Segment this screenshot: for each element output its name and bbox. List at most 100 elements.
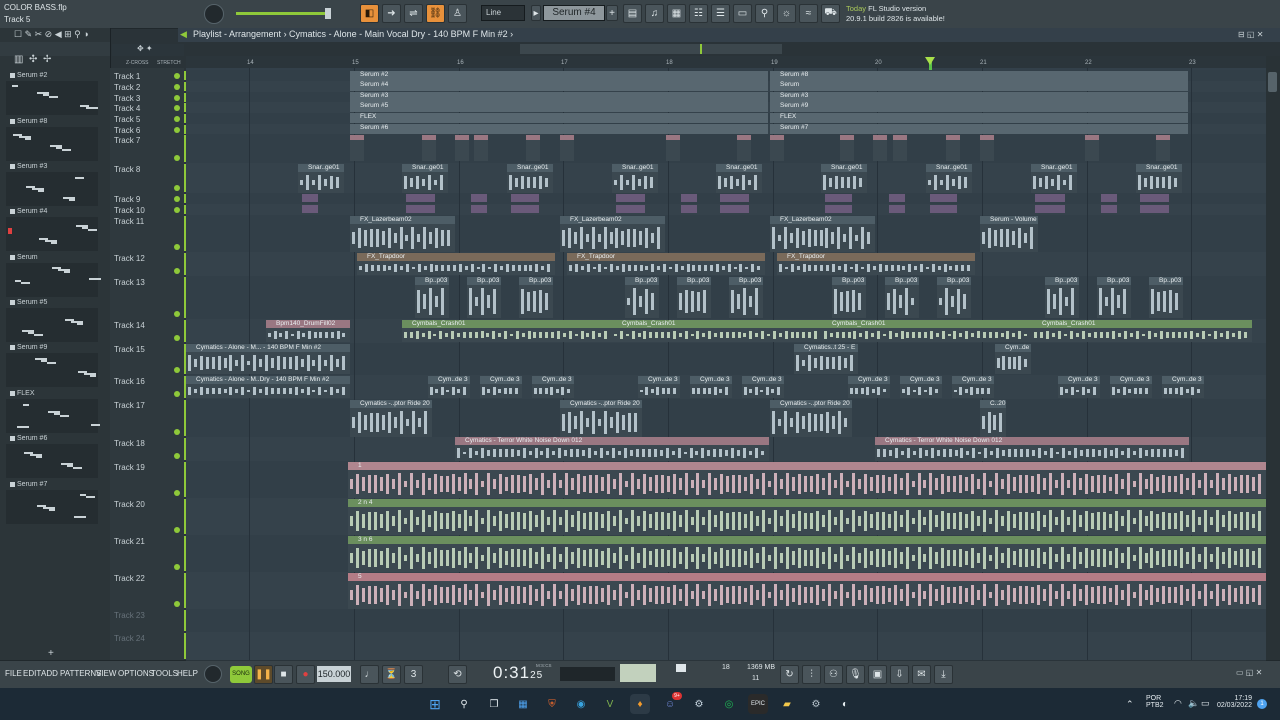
note-clip[interactable] bbox=[523, 194, 539, 202]
note-clip[interactable] bbox=[893, 135, 907, 161]
note-clip[interactable] bbox=[836, 194, 852, 202]
note-clip[interactable] bbox=[422, 135, 436, 161]
browser-pattern-name[interactable]: Serum bbox=[17, 254, 38, 261]
note-clip[interactable] bbox=[1049, 194, 1065, 202]
export-icon[interactable]: ⇩ bbox=[890, 665, 909, 684]
track-name[interactable]: Track 18 bbox=[114, 439, 145, 448]
note-clip[interactable] bbox=[733, 194, 749, 202]
menu-tools[interactable]: TOOLS bbox=[151, 669, 178, 678]
playlist-clip[interactable]: 1 bbox=[348, 462, 1266, 498]
playlist-clip[interactable]: Cym..de 3 bbox=[952, 376, 994, 398]
playlist-clip[interactable]: Serum #8 bbox=[770, 71, 1188, 81]
stop-icon[interactable]: ■ bbox=[274, 665, 293, 684]
record-mode-icon[interactable] bbox=[204, 665, 222, 683]
playlist-clip[interactable]: Bp..p03 bbox=[677, 277, 711, 318]
playlist-clip[interactable]: Cym..de 3 bbox=[428, 376, 470, 398]
playlist-clip[interactable]: Cym..de 3 bbox=[995, 344, 1031, 374]
pattern-preview[interactable] bbox=[6, 444, 98, 478]
playlist-clip[interactable]: Cymatics - Terror White Noise Down 012 bbox=[875, 437, 1189, 461]
track-name[interactable]: Track 15 bbox=[114, 345, 145, 354]
vertical-scroll-thumb[interactable] bbox=[1268, 72, 1277, 92]
playlist-clip[interactable]: Cym..de 3 bbox=[1110, 376, 1152, 398]
playlist-clip[interactable]: Bpm140_DrumFill02 bbox=[266, 320, 350, 342]
zoom-icon[interactable]: ✥ ✦ bbox=[137, 44, 153, 53]
playlist-clip[interactable]: Cym..de 3 bbox=[690, 376, 732, 398]
volume-icon[interactable]: 🔈 bbox=[1188, 698, 1199, 709]
note-clip[interactable] bbox=[889, 194, 905, 202]
playlist-clip[interactable]: Cymatics..t 25 - E bbox=[794, 344, 858, 374]
track-name[interactable]: Track 4 bbox=[114, 104, 140, 113]
plugin-icon[interactable]: ⚲ bbox=[755, 4, 774, 23]
playlist-clip[interactable]: Cymbals_Crash01 bbox=[822, 320, 1032, 342]
spotify-icon[interactable]: ◎ bbox=[719, 694, 739, 714]
playlist-clip[interactable]: Serum #7 bbox=[770, 124, 1188, 134]
playlist-clip[interactable]: Bp..p03 bbox=[467, 277, 501, 318]
note-clip[interactable] bbox=[471, 205, 487, 213]
wave-icon[interactable]: ≈ bbox=[799, 4, 818, 23]
playlist-clip[interactable]: Serum #6 bbox=[350, 124, 768, 134]
vertical-scrollbar[interactable] bbox=[1266, 56, 1280, 660]
menu-add[interactable]: ADD bbox=[41, 669, 58, 678]
note-clip[interactable] bbox=[946, 135, 960, 161]
track-name[interactable]: Track 10 bbox=[114, 206, 145, 215]
menu-help[interactable]: HELP bbox=[177, 669, 198, 678]
playlist-clip[interactable]: Bp..p03 bbox=[937, 277, 971, 318]
browser-pattern-name[interactable]: Serum #2 bbox=[17, 72, 47, 79]
clock[interactable]: 17:19 02/03/2022 bbox=[1210, 695, 1252, 709]
save-icon[interactable]: ▣ bbox=[868, 665, 887, 684]
track-mute-led[interactable] bbox=[174, 311, 180, 317]
playlist-clip[interactable]: Serum bbox=[770, 81, 1188, 91]
add-pattern-icon[interactable]: + bbox=[606, 5, 618, 21]
menu-options[interactable]: OPTIONS bbox=[118, 669, 154, 678]
track-mute-led[interactable] bbox=[174, 391, 180, 397]
track-name[interactable]: Track 9 bbox=[114, 195, 140, 204]
playlist-clip[interactable]: Bp..p03 bbox=[625, 277, 659, 318]
track-lane[interactable] bbox=[186, 609, 1266, 633]
playlist-clip[interactable]: Snar..ge01 bbox=[926, 164, 972, 193]
playlist-clip[interactable]: Snar..ge01 bbox=[402, 164, 448, 193]
note-clip[interactable] bbox=[873, 135, 887, 161]
track-mute-led[interactable] bbox=[174, 490, 180, 496]
playlist-clip[interactable]: Cym..de 3 bbox=[900, 376, 942, 398]
window-controls[interactable]: ⊟ ◱ ✕ bbox=[1238, 30, 1263, 39]
snap-magnet-icon[interactable]: ◧ bbox=[360, 4, 379, 23]
track-mute-led[interactable] bbox=[174, 84, 180, 90]
pattern-preview[interactable] bbox=[6, 490, 98, 524]
song-mode-toggle[interactable]: SONG bbox=[230, 666, 252, 683]
download-icon[interactable]: ⤓ bbox=[934, 665, 953, 684]
track-mute-led[interactable] bbox=[174, 116, 180, 122]
note-clip[interactable] bbox=[419, 194, 435, 202]
track-name[interactable]: Track 8 bbox=[114, 165, 140, 174]
playlist-clip[interactable]: FX_Lazerbeam02 bbox=[350, 216, 455, 252]
note-clip[interactable] bbox=[941, 194, 957, 202]
note-clip[interactable] bbox=[1153, 205, 1169, 213]
playlist-clip[interactable]: Cymatics - Alone - M..Dry - 140 BPM F Mi… bbox=[186, 376, 350, 398]
note-clip[interactable] bbox=[941, 205, 957, 213]
tempo-display[interactable]: 150.000 bbox=[317, 666, 351, 682]
piano-roll-icon[interactable]: ♫ bbox=[645, 4, 664, 23]
track-mute-led[interactable] bbox=[174, 105, 180, 111]
playlist-clip[interactable]: Cymatics -..ptor Ride 20 bbox=[770, 400, 852, 437]
track-mute-led[interactable] bbox=[174, 527, 180, 533]
fl-studio-icon[interactable]: ♦ bbox=[630, 694, 650, 714]
note-clip[interactable] bbox=[302, 194, 318, 202]
note-clip[interactable] bbox=[474, 135, 488, 161]
notification-badge[interactable]: 1 bbox=[1257, 699, 1267, 709]
browser-tools[interactable]: ☐ ✎ ✂ ⊘ ◀ ⊞ ⚲ ◑ bbox=[14, 29, 89, 40]
channel-selector[interactable]: Serum #4 bbox=[543, 5, 605, 21]
pattern-preview[interactable] bbox=[6, 353, 98, 387]
track-name[interactable]: Track 17 bbox=[114, 401, 145, 410]
note-clip[interactable] bbox=[840, 135, 854, 161]
track-mute-led[interactable] bbox=[174, 335, 180, 341]
playlist-horizontal-scrollbar[interactable] bbox=[520, 44, 782, 54]
note-clip[interactable] bbox=[523, 205, 539, 213]
track-name[interactable]: Track 24 bbox=[114, 634, 145, 643]
language-indicator[interactable]: POR PTB2 bbox=[1146, 695, 1164, 709]
playlist-clip[interactable]: 5 bbox=[348, 573, 1266, 609]
track-name[interactable]: Track 11 bbox=[114, 217, 144, 226]
track-name[interactable]: Track 7 bbox=[114, 136, 140, 145]
track-mute-led[interactable] bbox=[174, 196, 180, 202]
playlist-clip[interactable]: 3 n 6 bbox=[348, 536, 1266, 572]
metronome-icon[interactable]: ♩ bbox=[360, 665, 379, 684]
chat-icon[interactable]: ✉ bbox=[912, 665, 931, 684]
